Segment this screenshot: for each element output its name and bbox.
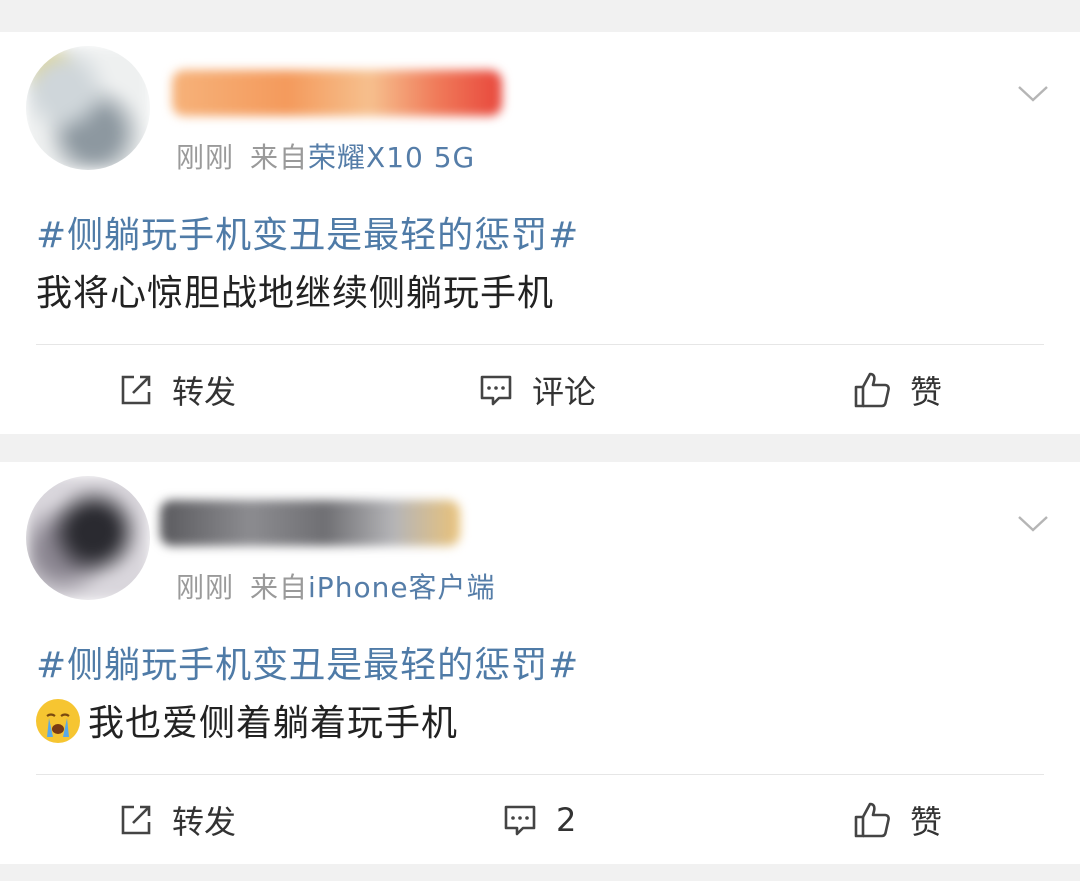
like-button[interactable]: 赞	[852, 775, 942, 864]
source-prefix: 来自	[250, 571, 309, 604]
comment-icon	[504, 805, 536, 835]
like-label: 赞	[910, 802, 943, 841]
comment-count: 2	[556, 800, 577, 839]
repost-label: 转发	[172, 372, 237, 411]
comment-button[interactable]: 2	[502, 775, 576, 864]
username-redacted[interactable]	[160, 500, 460, 546]
avatar[interactable]	[26, 46, 150, 170]
post-meta: 刚刚 来自iPhone客户端	[176, 566, 496, 606]
post-source[interactable]: iPhone客户端	[308, 571, 496, 604]
post-text: 我也爱侧着躺着玩手机	[36, 694, 458, 746]
comment-icon	[480, 375, 512, 405]
crying-face-emoji	[36, 699, 80, 743]
username-redacted[interactable]	[172, 70, 502, 116]
repost-label: 转发	[172, 802, 237, 841]
hashtag-link[interactable]: #侧躺玩手机变丑是最轻的惩罚#	[36, 206, 579, 258]
like-button[interactable]: 赞	[852, 345, 942, 434]
thumbs-up-icon	[854, 802, 890, 837]
post-time: 刚刚	[176, 571, 235, 604]
thumbs-up-icon	[854, 372, 890, 407]
repost-button[interactable]: 转发	[118, 345, 236, 434]
chevron-down-icon[interactable]	[1016, 506, 1050, 540]
post-text-content: 我也爱侧着躺着玩手机	[88, 703, 459, 744]
post-meta: 刚刚 来自荣耀X10 5G	[176, 136, 475, 176]
comment-label: 评论	[532, 372, 597, 411]
feed-post: 刚刚 来自荣耀X10 5G #侧躺玩手机变丑是最轻的惩罚# 我将心惊胆战地继续侧躺…	[0, 32, 1080, 434]
avatar[interactable]	[26, 476, 150, 600]
post-source[interactable]: 荣耀X10 5G	[308, 141, 475, 174]
feed-post: 刚刚 来自iPhone客户端 #侧躺玩手机变丑是最轻的惩罚# 我也爱侧着躺着玩手机…	[0, 462, 1080, 864]
repost-icon	[121, 805, 151, 834]
post-time: 刚刚	[176, 141, 235, 174]
like-label: 赞	[910, 372, 943, 411]
post-actions: 转发 评论 赞	[0, 345, 1080, 434]
post-text: 我将心惊胆战地继续侧躺玩手机	[36, 264, 554, 316]
hashtag-link[interactable]: #侧躺玩手机变丑是最轻的惩罚#	[36, 636, 579, 688]
comment-button[interactable]: 评论	[478, 345, 596, 434]
repost-button[interactable]: 转发	[118, 775, 236, 864]
post-actions: 转发 2 赞	[0, 775, 1080, 864]
chevron-down-icon[interactable]	[1016, 76, 1050, 110]
source-prefix: 来自	[250, 141, 309, 174]
repost-icon	[121, 375, 151, 404]
post-text-content: 我将心惊胆战地继续侧躺玩手机	[36, 273, 555, 314]
